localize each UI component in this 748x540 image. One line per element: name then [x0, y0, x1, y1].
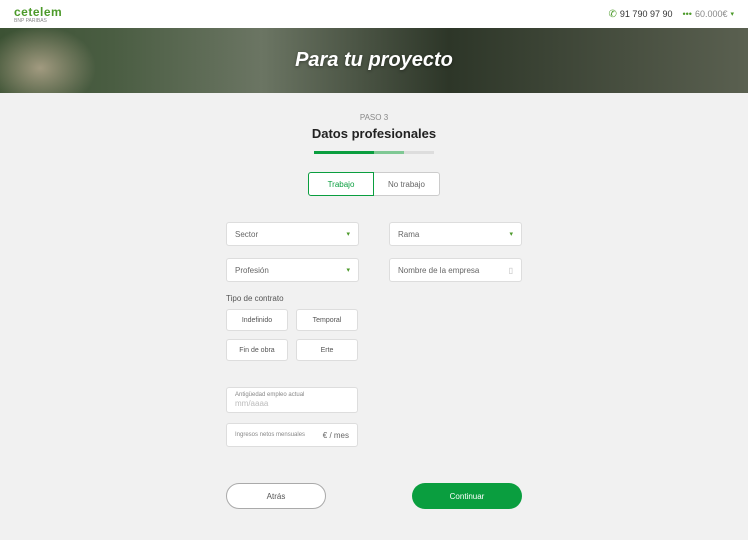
phone-icon: ✆: [609, 9, 617, 20]
main-content: PASO 3 Datos profesionales Trabajo No tr…: [0, 93, 748, 539]
income-input[interactable]: Ingresos netos mensuales € / mes: [226, 423, 358, 447]
contract-label: Tipo de contrato: [226, 294, 522, 303]
sector-select[interactable]: Sector ▾: [226, 222, 359, 246]
top-header: cetelem BNP PARIBAS ✆ 91 790 97 90 ••• 6…: [0, 0, 748, 28]
building-icon: ▯: [509, 266, 513, 275]
chevron-down-icon: ▾: [346, 266, 350, 274]
form: Sector ▾ Rama ▾ Profesión ▾ Nombre de la…: [226, 222, 522, 509]
income-unit: € / mes: [323, 431, 349, 440]
back-button[interactable]: Atrás: [226, 483, 326, 509]
chip-temporal[interactable]: Temporal: [296, 309, 358, 331]
seniority-input[interactable]: Antigüedad empleo actual mm/aaaa: [226, 387, 358, 413]
continue-button[interactable]: Continuar: [412, 483, 522, 509]
sector-label: Sector: [235, 230, 258, 239]
progress-seg-3: [374, 151, 404, 154]
chip-fin-obra[interactable]: Fin de obra: [226, 339, 288, 361]
step-title: Datos profesionales: [0, 126, 748, 141]
progress-seg-4: [404, 151, 434, 154]
seniority-label: Antigüedad empleo actual: [235, 392, 349, 398]
progress-seg-2: [344, 151, 374, 154]
contract-row-2: Fin de obra Erte: [226, 339, 522, 361]
chevron-down-icon: ▾: [346, 230, 350, 238]
profesion-select[interactable]: Profesión ▾: [226, 258, 359, 282]
hero-title: Para tu proyecto: [295, 49, 453, 72]
step-label: PASO 3: [0, 113, 748, 122]
progress-bar: [314, 151, 434, 154]
header-right: ✆ 91 790 97 90 ••• 60.000€ ▾: [609, 9, 734, 20]
logo-text: cetelem: [14, 5, 62, 19]
seniority-placeholder: mm/aaaa: [235, 399, 349, 408]
row-1: Sector ▾ Rama ▾: [226, 222, 522, 246]
empresa-input[interactable]: Nombre de la empresa ▯: [389, 258, 522, 282]
empresa-placeholder: Nombre de la empresa: [398, 266, 479, 275]
slider-icon: •••: [682, 9, 691, 19]
progress-seg-1: [314, 151, 344, 154]
form-actions: Atrás Continuar: [226, 483, 522, 509]
chevron-down-icon: ▾: [730, 10, 734, 18]
contract-row-1: Indefinido Temporal: [226, 309, 522, 331]
chip-erte[interactable]: Erte: [296, 339, 358, 361]
amount-selector[interactable]: ••• 60.000€ ▾: [682, 9, 734, 19]
profesion-label: Profesión: [235, 266, 269, 275]
work-tabs: Trabajo No trabajo: [0, 172, 748, 196]
chevron-down-icon: ▾: [509, 230, 513, 238]
income-label: Ingresos netos mensuales: [235, 432, 305, 438]
phone-number: 91 790 97 90: [620, 9, 673, 19]
chip-indefinido[interactable]: Indefinido: [226, 309, 288, 331]
amount-value: 60.000€: [695, 9, 728, 19]
row-2: Profesión ▾ Nombre de la empresa ▯: [226, 258, 522, 282]
logo: cetelem BNP PARIBAS: [14, 5, 62, 24]
hero-banner: Para tu proyecto: [0, 28, 748, 93]
rama-label: Rama: [398, 230, 419, 239]
phone-block[interactable]: ✆ 91 790 97 90: [609, 9, 673, 20]
rama-select[interactable]: Rama ▾: [389, 222, 522, 246]
tab-nowork[interactable]: No trabajo: [374, 172, 440, 196]
tab-work[interactable]: Trabajo: [308, 172, 374, 196]
